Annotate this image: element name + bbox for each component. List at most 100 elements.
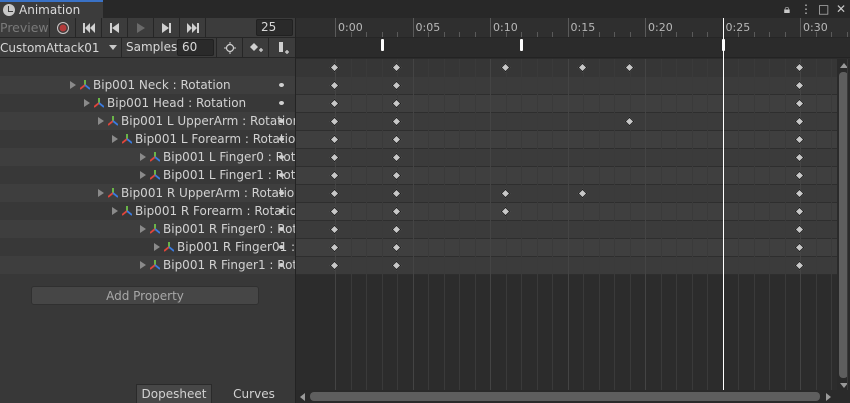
keyframe-track[interactable] [296,167,837,185]
options-dot-icon[interactable] [279,155,284,159]
options-dot-icon[interactable] [279,227,284,231]
property-row[interactable]: Bip001 R Finger0 : Rotation [0,220,296,238]
property-row[interactable]: Bip001 Head : Rotation [0,94,296,112]
last-key-button[interactable] [180,18,206,37]
property-row[interactable]: Bip001 R Finger01 : Rotation [0,238,296,256]
keyframe-track[interactable] [296,257,837,275]
previous-key-button[interactable] [102,18,128,37]
ruler-minor-tick [660,32,662,37]
vertical-scrollbar[interactable] [837,59,850,403]
current-frame-field[interactable]: 25 [256,19,293,36]
property-row[interactable]: Bip001 L Forearm : Rotation [0,130,296,148]
keyframe-track[interactable] [296,149,837,167]
expand-arrow-icon[interactable] [98,189,104,197]
options-dot-icon[interactable] [279,209,284,213]
event-bar[interactable] [296,38,850,58]
ruler-minor-tick [815,32,817,37]
ruler-major-tick [490,18,491,37]
grid-line [769,59,770,390]
property-row[interactable]: Bip001 L UpperArm : Rotation [0,112,296,130]
expand-arrow-icon[interactable] [140,171,146,179]
tab-dopesheet[interactable]: Dopesheet [136,384,212,403]
transform-axis-icon [150,152,160,162]
options-dot-icon[interactable] [279,191,284,195]
tab-curves[interactable]: Curves [212,384,296,403]
property-row[interactable]: Bip001 R UpperArm : Rotation [0,184,296,202]
animation-event-marker[interactable] [380,39,384,51]
add-event-button[interactable] [268,38,296,57]
expand-arrow-icon[interactable] [140,225,146,233]
grid-line [831,59,832,390]
next-key-button[interactable] [154,18,180,37]
horizontal-scrollbar[interactable] [296,390,837,403]
options-dot-icon[interactable] [279,83,284,87]
scroll-left-icon[interactable] [300,393,305,401]
scroll-right-icon[interactable] [826,393,831,401]
ruler-major-tick [412,18,414,37]
ruler-minor-tick [381,32,383,37]
keyframe-track[interactable] [296,95,837,113]
filter-selected-button[interactable] [216,38,242,57]
expand-arrow-icon[interactable] [84,99,90,107]
add-keyframe-button[interactable] [242,38,268,57]
options-dot-icon[interactable] [279,263,284,267]
animation-event-marker[interactable] [520,39,523,51]
expand-arrow-icon[interactable] [112,135,118,143]
first-key-button[interactable] [76,18,102,37]
keyframe-track[interactable] [296,203,837,221]
keyframe-track[interactable] [296,239,837,257]
property-row[interactable]: Bip001 R Forearm : Rotation [0,202,296,220]
view-mode-tabs: Dopesheet Curves [0,384,296,403]
keyframe-track[interactable] [296,185,837,203]
options-dot-icon[interactable] [279,173,284,177]
close-icon[interactable]: ✕ [836,1,846,17]
expand-arrow-icon[interactable] [140,261,146,269]
ruler-minor-tick [583,32,584,37]
more-icon[interactable]: ⋮ [800,1,812,17]
expand-arrow-icon[interactable] [112,207,118,215]
options-dot-icon[interactable] [279,245,284,249]
summary-track[interactable] [296,59,850,78]
grid-line [505,59,507,390]
property-row[interactable]: Bip001 R Finger1 : Rotation [0,256,296,274]
options-dot-icon[interactable] [279,119,284,123]
add-keyframe-icon [249,42,263,52]
samples-field[interactable]: 60 [177,39,214,56]
ruler-minor-tick [459,32,460,37]
lock-icon[interactable]: 🔒︎ [782,1,792,17]
add-property-button[interactable]: Add Property [31,286,259,305]
keyframe-track[interactable] [296,221,837,239]
keyframe-track[interactable] [296,77,837,95]
options-dot-icon[interactable] [279,137,284,141]
playhead-line[interactable] [722,18,724,390]
grid-line [412,59,414,390]
property-row[interactable]: Bip001 Neck : Rotation [0,76,296,94]
preview-toggle[interactable]: Preview [0,18,50,37]
grid-line [428,59,429,390]
transform-axis-icon [150,260,160,270]
time-ruler[interactable]: 0:00 0:05 0:10 0:15 0:20 0:25 0:30 [296,18,850,38]
play-button[interactable] [128,18,154,37]
transform-axis-icon [122,206,132,216]
grid-line [784,59,786,390]
options-dot-icon[interactable] [279,101,284,105]
expand-arrow-icon[interactable] [70,81,76,89]
property-row[interactable]: Bip001 L Finger0 : Rotation [0,148,296,166]
animation-tab[interactable]: Animation [0,0,103,18]
ruler-minor-tick [831,32,832,37]
maximize-icon[interactable]: □ [818,1,829,17]
ruler-minor-tick [784,32,786,37]
keyframe-track[interactable] [296,131,837,149]
keyframe-track[interactable] [296,113,837,131]
expand-arrow-icon[interactable] [140,153,146,161]
clip-dropdown[interactable]: CustomAttack01 [0,38,122,57]
property-row[interactable]: Bip001 L Finger1 : Rotation [0,166,296,184]
tab-title: Animation [19,3,81,17]
horizontal-scroll-thumb[interactable] [310,392,820,401]
add-event-icon [278,41,289,54]
ruler-minor-tick [505,32,507,37]
expand-arrow-icon[interactable] [154,243,160,251]
record-button[interactable] [50,18,76,37]
dopesheet-timeline[interactable]: 0:00 0:05 0:10 0:15 0:20 0:25 0:30 [296,18,850,403]
expand-arrow-icon[interactable] [98,117,104,125]
